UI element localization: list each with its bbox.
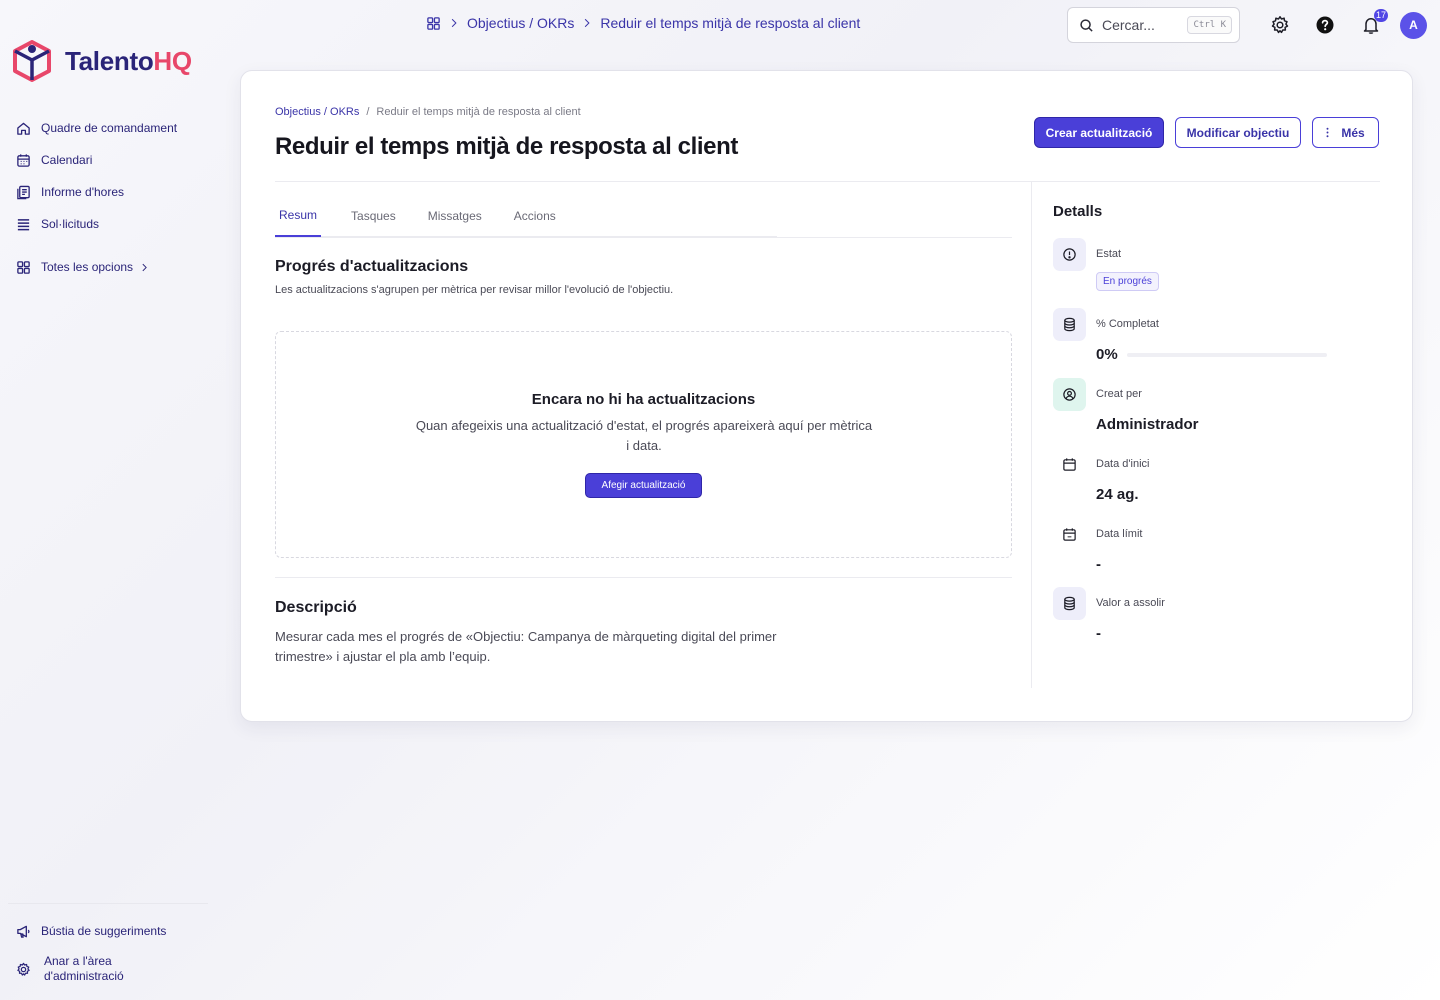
sidebar-item-all-options[interactable]: Totes les opcions (16, 251, 206, 283)
search-placeholder: Cercar... (1102, 17, 1155, 33)
home-icon (17, 122, 30, 135)
description-title: Descripció (275, 599, 357, 616)
sidebar-item-suggestions[interactable]: Bústia de suggeriments (16, 915, 206, 947)
breadcrumb-link-okrs[interactable]: Objectius / OKRs (467, 15, 574, 31)
sidebar-nav: Quadre de comandament Calendari Informe … (16, 112, 206, 283)
completed-label: % Completat (1096, 318, 1159, 330)
megaphone-icon (17, 925, 30, 938)
detail-icon-box (1053, 238, 1086, 271)
breadcrumb-separator: / (366, 106, 370, 118)
completion-progress-bar (1127, 353, 1327, 357)
sidebar-divider (8, 903, 208, 904)
gear-icon (17, 962, 30, 976)
kebab-icon (1326, 127, 1329, 138)
deadline-label: Data límit (1096, 528, 1143, 540)
add-update-button[interactable]: Afegir actualització (585, 473, 702, 498)
sidebar-bottom-nav: Bústia de suggeriments Anar a l'àrea d'a… (16, 915, 206, 991)
sidebar-item-dashboard[interactable]: Quadre de comandament (16, 112, 206, 144)
start-date-value: 24 ag. (1096, 486, 1139, 503)
page-title: Reduir el temps mitjà de resposta al cli… (275, 133, 738, 160)
user-avatar[interactable]: A (1400, 12, 1427, 39)
detail-icon-box (1053, 518, 1086, 551)
detail-icon-box (1053, 587, 1086, 620)
tab-bar: Resum Tasques Missatges Accions (275, 195, 777, 237)
sidebar: TalentoHQ Quadre de comandament Calendar… (0, 0, 215, 1000)
progress-section-subtitle: Les actualitzacions s'agrupen per mètric… (275, 284, 674, 296)
logo-icon (13, 40, 51, 82)
sidebar-item-label: Informe d'hores (41, 185, 124, 199)
empty-state: Encara no hi ha actualitzacions Quan afe… (275, 331, 1012, 558)
chevron-right-icon (451, 18, 457, 28)
database-icon (1064, 317, 1075, 332)
user-circle-icon (1063, 388, 1076, 401)
created-by-label: Creat per (1096, 388, 1142, 400)
header-divider (275, 181, 1380, 182)
sidebar-item-label: Calendari (41, 153, 93, 167)
empty-state-title: Encara no hi ha actualitzacions (531, 391, 756, 408)
search-icon (1080, 18, 1093, 32)
tab-messages[interactable]: Missatges (412, 195, 498, 237)
empty-state-text: Quan afegeixis una actualització d'estat… (415, 418, 873, 453)
brand-name-accent: HQ (153, 45, 192, 76)
sidebar-item-label: Bústia de suggeriments (41, 924, 167, 938)
search-shortcut-badge: Ctrl K (1187, 16, 1232, 34)
sidebar-item-hours-report[interactable]: Informe d'hores (16, 176, 206, 208)
search-input[interactable]: Cercar... Ctrl K (1067, 7, 1240, 43)
sidebar-item-label: Anar a l'àrea d'administració (44, 954, 124, 983)
brand-name: TalentoHQ (65, 46, 192, 77)
start-date-label: Data d'inici (1096, 458, 1150, 470)
tabs-divider (275, 237, 1012, 238)
column-divider (1031, 181, 1032, 688)
target-value: - (1096, 625, 1101, 642)
sidebar-item-label: Totes les opcions (41, 260, 134, 274)
breadcrumb: Objectius / OKRs / Reduir el temps mitjà… (275, 106, 581, 118)
objective-card: Objectius / OKRs / Reduir el temps mitjà… (240, 70, 1413, 722)
description-text: Mesurar cada mes el progrés de «Objectiu… (275, 629, 777, 664)
detail-icon-box (1053, 448, 1086, 481)
chevron-right-icon (585, 18, 590, 28)
sidebar-item-label: Quadre de comandament (41, 121, 178, 135)
notifications-badge: 17 (1374, 9, 1389, 22)
more-button-label: Més (1341, 125, 1365, 140)
help-icon[interactable] (1315, 15, 1335, 35)
breadcrumb-link-okrs[interactable]: Objectius / OKRs (275, 106, 359, 118)
top-breadcrumb: Objectius / OKRs Reduir el temps mitjà d… (426, 15, 860, 31)
create-update-button[interactable]: Crear actualització (1034, 117, 1164, 148)
calendar-icon (1063, 458, 1076, 471)
settings-gear-icon[interactable] (1270, 15, 1290, 35)
tab-summary[interactable]: Resum (275, 195, 322, 237)
brand-name-main: Talento (65, 45, 154, 76)
completed-value: 0% (1096, 346, 1118, 363)
list-icon (17, 218, 30, 230)
progress-section-title: Progrés d'actualitzacions (275, 258, 469, 275)
grid-icon[interactable] (426, 16, 441, 31)
description-divider (275, 577, 1012, 578)
brand-logo[interactable]: TalentoHQ (12, 40, 192, 82)
sidebar-item-requests[interactable]: Sol·licituds (16, 208, 206, 240)
grid-icon (17, 260, 30, 274)
breadcrumb-current[interactable]: Reduir el temps mitjà de resposta al cli… (600, 15, 860, 31)
tab-actions[interactable]: Accions (498, 195, 572, 237)
calendar-icon (17, 153, 30, 167)
status-label: Estat (1096, 248, 1122, 260)
breadcrumb-current: Reduir el temps mitjà de resposta al cli… (376, 106, 581, 118)
target-value-label: Valor a assolir (1096, 597, 1165, 609)
calendar-deadline-icon (1063, 528, 1076, 541)
created-by-value: Administrador (1096, 416, 1199, 433)
edit-objective-button[interactable]: Modificar objectiu (1175, 117, 1301, 148)
chevron-right-icon (142, 263, 147, 271)
details-title: Detalls (1053, 203, 1103, 220)
tab-tasks[interactable]: Tasques (335, 195, 412, 237)
detail-icon-box (1053, 378, 1086, 411)
sidebar-item-admin-area[interactable]: Anar a l'àrea d'administració (16, 947, 206, 991)
report-icon (17, 185, 30, 199)
alert-circle-icon (1063, 248, 1076, 261)
status-badge: En progrés (1096, 272, 1159, 291)
sidebar-item-label: Sol·licituds (41, 217, 100, 231)
more-button[interactable]: Més (1312, 117, 1379, 148)
deadline-value: - (1096, 556, 1101, 573)
sidebar-item-calendar[interactable]: Calendari (16, 144, 206, 176)
database-icon (1064, 596, 1075, 611)
detail-icon-box (1053, 308, 1086, 341)
